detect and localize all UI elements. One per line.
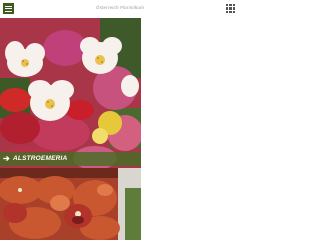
grid-dot	[232, 7, 235, 10]
arrow-right-icon: ➔	[3, 154, 10, 163]
alstroemeria-tile[interactable]: ➔ ALSTROEMERIA	[0, 18, 141, 168]
menu-line	[5, 10, 12, 12]
grid-dot	[229, 7, 232, 10]
alstroemeria-photo	[0, 18, 141, 168]
grid-dot	[232, 4, 235, 7]
grid-dot	[229, 10, 232, 13]
grid-dot	[226, 10, 229, 13]
grid-menu-icon[interactable]	[226, 4, 235, 13]
tile-caption-bar[interactable]: ➔ ALSTROEMERIA	[0, 152, 141, 166]
top-bar: Österreich Floristikum	[0, 0, 240, 18]
page: Österreich Floristikum ➔ ALSTROEMERIA	[0, 0, 240, 240]
orchid-tile[interactable]	[0, 168, 141, 240]
site-title: Österreich Floristikum	[95, 5, 145, 10]
grid-dot	[229, 4, 232, 7]
grid-dot	[226, 7, 229, 10]
tile-caption: ALSTROEMERIA	[13, 155, 68, 162]
grid-dot	[226, 4, 229, 7]
divider	[141, 168, 144, 240]
grid-dot	[232, 10, 235, 13]
orchid-photo	[0, 168, 141, 240]
